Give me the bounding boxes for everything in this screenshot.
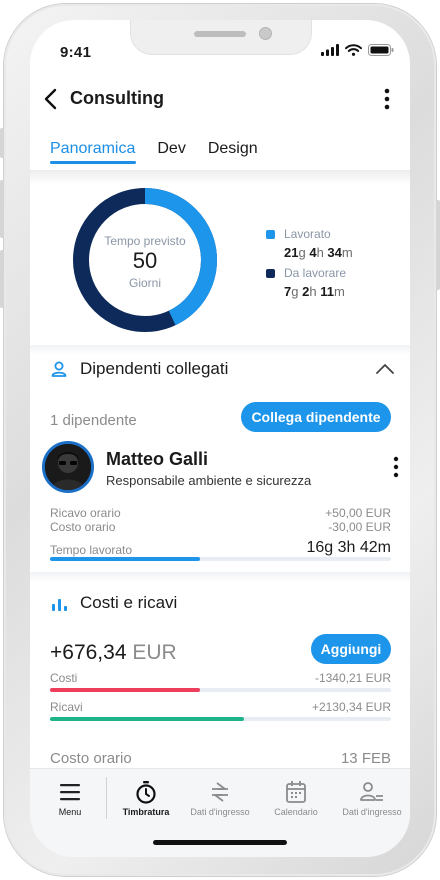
notch (130, 20, 312, 55)
costs-bar (50, 688, 200, 692)
revenue-label: Ricavi (50, 700, 83, 714)
tab-dev[interactable]: Dev (157, 140, 185, 158)
status-icons (321, 44, 394, 56)
next-item-date: 13 FEB (340, 750, 391, 767)
menu-icon (60, 784, 80, 801)
more-options-icon[interactable] (382, 86, 392, 112)
nav-dati-ingresso-2-label: Dati d'ingresso (342, 807, 402, 817)
hourly-revenue-label: Ricavo orario (50, 506, 121, 520)
revenue-bar (50, 717, 244, 721)
wifi-icon (345, 44, 362, 56)
side-button (0, 250, 4, 308)
calendar-icon (286, 781, 306, 803)
link-employee-button[interactable]: Collega dipendente (241, 402, 391, 432)
nav-calendario[interactable]: Calendario (258, 777, 334, 817)
balance-total: +676,34 EUR (50, 641, 177, 665)
camera (259, 27, 272, 40)
side-button (0, 180, 4, 238)
nav-menu[interactable]: Menu (32, 777, 108, 817)
hourly-cost-value: -30,00 EUR (328, 520, 391, 534)
legend-worked: Lavorato 21g 4h 34m (266, 227, 353, 260)
home-indicator (153, 840, 287, 845)
section-divider (30, 345, 410, 355)
employee-name: Matteo Galli (106, 449, 209, 469)
active-tab-indicator (50, 161, 136, 164)
legend-worked-value: 21g 4h 34m (284, 245, 353, 260)
swap-icon (212, 782, 228, 802)
donut-label: Tempo previsto (104, 234, 186, 248)
time-worked-value: 16g 3h 42m (306, 539, 391, 556)
costs-value: -1340,21 EUR (314, 671, 391, 685)
side-button (436, 200, 440, 290)
speaker (194, 31, 246, 37)
battery-icon (368, 44, 394, 56)
bar-chart-icon (52, 599, 67, 611)
legend-remaining-value: 7g 2h 11m (284, 284, 345, 299)
users-icon (360, 782, 383, 801)
legend-remaining-swatch (266, 269, 275, 279)
back-arrow-icon[interactable] (40, 86, 62, 112)
header-shadow (30, 170, 410, 184)
nav-calendario-label: Calendario (274, 807, 318, 817)
status-time: 9:41 (60, 44, 92, 61)
balance-currency: EUR (132, 641, 177, 664)
legend-worked-swatch (266, 230, 275, 240)
hourly-revenue-value: +50,00 EUR (325, 506, 391, 520)
donut-unit: Giorni (128, 276, 161, 290)
nav-dati-ingresso[interactable]: Dati d'ingresso (182, 777, 258, 817)
section-divider (30, 572, 410, 582)
nav-dati-ingresso-2[interactable]: Dati d'ingresso (334, 777, 410, 817)
nav-menu-label: Menu (58, 807, 82, 817)
tab-design[interactable]: Design (208, 140, 258, 158)
chevron-up-icon[interactable] (375, 363, 395, 375)
revenue-value: +2130,34 EUR (311, 700, 391, 714)
legend-worked-label: Lavorato (284, 227, 331, 241)
add-button[interactable]: Aggiungi (311, 634, 391, 664)
employee-options-icon[interactable] (392, 456, 400, 478)
hourly-cost-label: Costo orario (50, 520, 116, 534)
stopwatch-icon (136, 781, 156, 804)
legend-remaining: Da lavorare 7g 2h 11m (266, 266, 346, 299)
employee-count: 1 dipendente (50, 412, 137, 429)
costs-label: Costi (50, 671, 78, 685)
time-worked-label: Tempo lavorato (50, 543, 133, 557)
employee-role: Responsabile ambiente e sicurezza (106, 473, 312, 488)
side-button (0, 128, 4, 158)
time-worked-bar (50, 557, 200, 561)
tab-bar: Panoramica Dev Design (50, 140, 280, 158)
next-item-label: Costo orario (50, 750, 132, 767)
page-title: Consulting (70, 88, 164, 108)
nav-timbratura[interactable]: Timbratura (108, 777, 184, 817)
nav-separator (106, 777, 107, 819)
legend-remaining-label: Da lavorare (284, 266, 347, 280)
avatar-photo (45, 444, 91, 490)
section-title-costs: Costi e ricavi (80, 593, 178, 612)
balance-value: +676,34 (50, 641, 127, 664)
nav-timbratura-label: Timbratura (122, 807, 170, 817)
tab-panoramica[interactable]: Panoramica (50, 140, 135, 158)
nav-dati-ingresso-label: Dati d'ingresso (190, 807, 250, 817)
person-icon (51, 361, 67, 377)
avatar (42, 441, 94, 493)
section-title-employees: Dipendenti collegati (80, 359, 229, 378)
signal-icon (321, 44, 339, 56)
app-header: Consulting (30, 80, 410, 120)
app-screen: 9:41 Consulting Panoramica Dev Design Te… (30, 20, 410, 857)
donut-value: 50 (132, 248, 158, 273)
